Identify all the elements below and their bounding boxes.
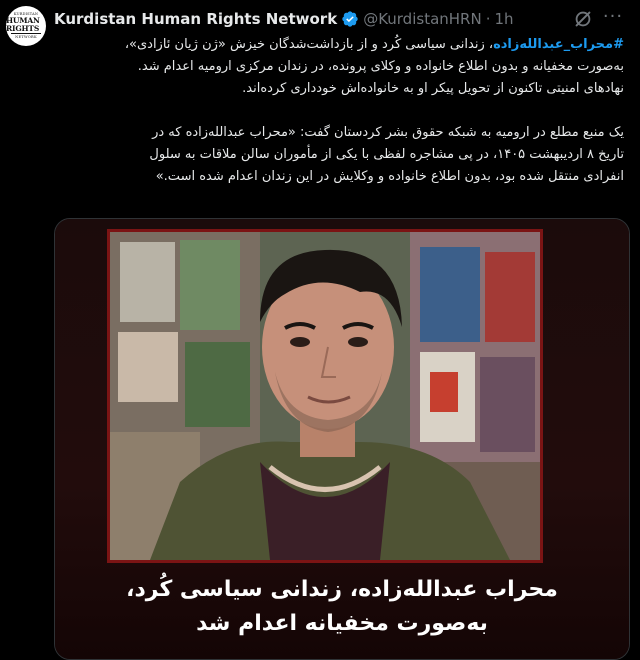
caption-line-2: به‌صورت مخفیانه اعدام شد: [196, 611, 488, 636]
verified-badge-icon: [342, 11, 358, 27]
more-options-icon[interactable]: ···: [600, 6, 626, 30]
media-caption: محراب عبدالله‌زاده، زندانی سیاسی کُرد، ب…: [55, 573, 629, 641]
body-line-1-rest: ، زندانی سیاسی کُرد و از بازداشت‌شدگان خ…: [124, 37, 494, 52]
tweet-media[interactable]: محراب عبدالله‌زاده، زندانی سیاسی کُرد، ب…: [54, 218, 630, 660]
avatar-text-bottom: NETWORK: [15, 35, 37, 39]
tweet-header: Kurdistan Human Rights Network @Kurdista…: [54, 8, 514, 30]
hashtag-link[interactable]: #محراب_عبدالله‌زاده: [493, 37, 624, 52]
avatar-text-middle: HUMAN RIGHTS: [6, 16, 40, 33]
separator-dot: ·: [485, 10, 491, 28]
body-line-4: یک منبع مطلع در ارومیه به شبکه حقوق بشر …: [152, 125, 624, 140]
body-line-6: انفرادی منتقل شده بود، بدون اطلاع خانواد…: [155, 169, 624, 184]
tweet-body: #محراب_عبدالله‌زاده، زندانی سیاسی کُرد و…: [54, 34, 624, 188]
body-line-1: #محراب_عبدالله‌زاده، زندانی سیاسی کُرد و…: [54, 34, 624, 56]
author-handle[interactable]: @KurdistanHRN: [363, 10, 482, 28]
timestamp[interactable]: 1h: [494, 10, 513, 28]
avatar-divider: [11, 33, 41, 34]
body-line-5: تاریخ ۸ اردیبهشت ۱۴۰۵، در پی مشاجره لفظی…: [149, 147, 624, 162]
portrait-illustration: [110, 232, 540, 560]
author-name[interactable]: Kurdistan Human Rights Network: [54, 10, 337, 28]
body-line-3: نهادهای امنیتی تاکنون از تحویل پیکر او ب…: [242, 81, 624, 96]
body-line-2: به‌صورت مخفیانه و بدون اطلاع خانواده و و…: [137, 59, 624, 74]
portrait-photo: [107, 229, 543, 563]
avatar[interactable]: KURDISTAN HUMAN RIGHTS NETWORK: [6, 6, 46, 46]
caption-line-1: محراب عبدالله‌زاده، زندانی سیاسی کُرد،: [126, 577, 558, 602]
grok-icon[interactable]: [572, 8, 594, 30]
